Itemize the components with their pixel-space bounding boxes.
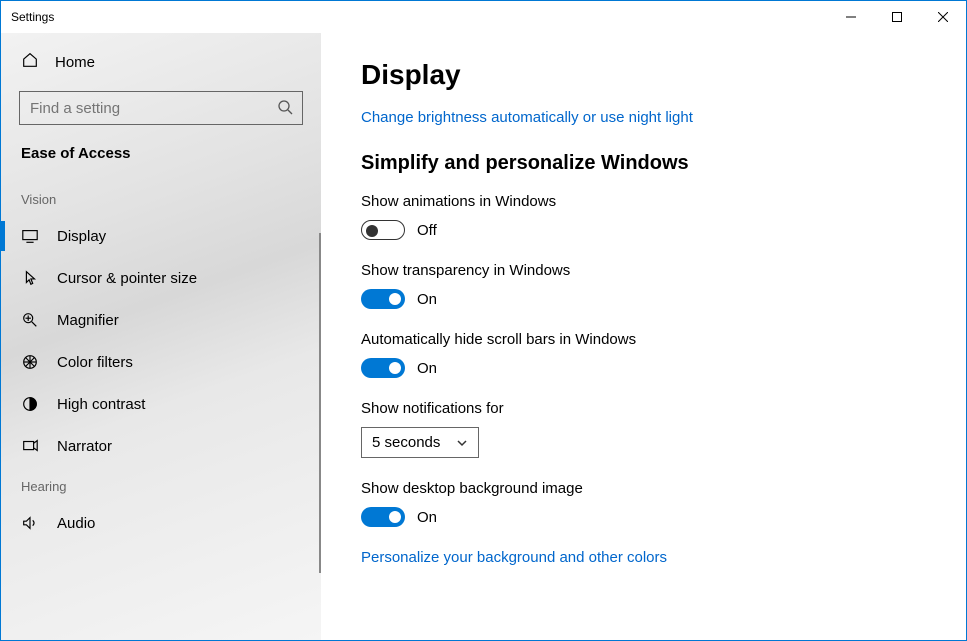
window-title: Settings: [11, 10, 54, 24]
toggle-state: On: [417, 509, 437, 526]
sidebar: Home Ease of Access Vision Display Curso…: [1, 33, 321, 640]
maximize-button[interactable]: [874, 1, 920, 33]
animations-toggle[interactable]: [361, 220, 405, 240]
sidebar-item-high-contrast[interactable]: High contrast: [1, 383, 321, 425]
page-title: Display: [361, 59, 926, 91]
narrator-icon: [21, 437, 39, 455]
personalize-link[interactable]: Personalize your background and other co…: [361, 549, 667, 566]
search-icon: [277, 99, 293, 120]
group-title-hearing: Hearing: [1, 467, 321, 502]
setting-label: Show animations in Windows: [361, 193, 926, 210]
sidebar-item-narrator[interactable]: Narrator: [1, 425, 321, 467]
setting-label: Show transparency in Windows: [361, 262, 926, 279]
sidebar-item-label: Audio: [57, 515, 95, 532]
setting-hide-scroll: Automatically hide scroll bars in Window…: [361, 331, 926, 378]
audio-icon: [21, 514, 39, 532]
toggle-state: On: [417, 360, 437, 377]
setting-label: Show desktop background image: [361, 480, 926, 497]
brightness-link[interactable]: Change brightness automatically or use n…: [361, 109, 693, 126]
setting-bg-image: Show desktop background image On: [361, 480, 926, 527]
setting-transparency: Show transparency in Windows On: [361, 262, 926, 309]
setting-label: Show notifications for: [361, 400, 926, 417]
close-button[interactable]: [920, 1, 966, 33]
setting-notifications: Show notifications for 5 seconds: [361, 400, 926, 458]
home-nav[interactable]: Home: [1, 41, 321, 83]
chevron-down-icon: [456, 437, 468, 449]
sidebar-item-color-filters[interactable]: Color filters: [1, 341, 321, 383]
sidebar-item-label: Display: [57, 228, 106, 245]
display-icon: [21, 227, 39, 245]
home-icon: [21, 51, 39, 73]
hide-scroll-toggle[interactable]: [361, 358, 405, 378]
sidebar-item-audio[interactable]: Audio: [1, 502, 321, 544]
toggle-state: On: [417, 291, 437, 308]
sidebar-item-label: Cursor & pointer size: [57, 270, 197, 287]
sidebar-item-label: Color filters: [57, 354, 133, 371]
cursor-icon: [21, 269, 39, 287]
sidebar-item-magnifier[interactable]: Magnifier: [1, 299, 321, 341]
sidebar-item-label: Magnifier: [57, 312, 119, 329]
group-title-vision: Vision: [1, 180, 321, 215]
minimize-button[interactable]: [828, 1, 874, 33]
magnifier-icon: [21, 311, 39, 329]
setting-animations: Show animations in Windows Off: [361, 193, 926, 240]
bg-image-toggle[interactable]: [361, 507, 405, 527]
sidebar-item-display[interactable]: Display: [1, 215, 321, 257]
titlebar: Settings: [1, 1, 966, 33]
select-value: 5 seconds: [372, 434, 440, 451]
transparency-toggle[interactable]: [361, 289, 405, 309]
content-pane: Display Change brightness automatically …: [321, 33, 966, 640]
section-heading: Simplify and personalize Windows: [361, 152, 926, 175]
high-contrast-icon: [21, 395, 39, 413]
section-title: Ease of Access: [1, 139, 321, 180]
sidebar-item-label: Narrator: [57, 438, 112, 455]
setting-label: Automatically hide scroll bars in Window…: [361, 331, 926, 348]
search-input[interactable]: [19, 91, 303, 125]
home-label: Home: [55, 54, 95, 71]
toggle-state: Off: [417, 222, 437, 239]
sidebar-item-label: High contrast: [57, 396, 145, 413]
color-filters-icon: [21, 353, 39, 371]
notifications-select[interactable]: 5 seconds: [361, 427, 479, 458]
sidebar-item-cursor[interactable]: Cursor & pointer size: [1, 257, 321, 299]
